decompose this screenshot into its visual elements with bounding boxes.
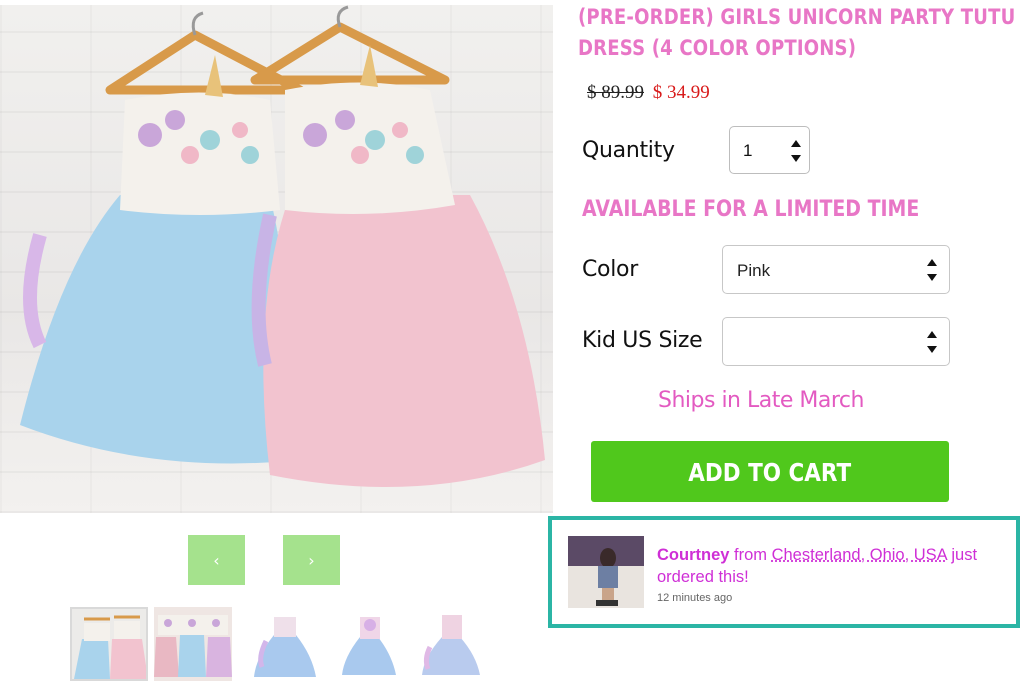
notification-time: 12 minutes ago: [657, 592, 733, 604]
shipping-notice: Ships in Late March: [658, 388, 864, 413]
stepper-arrows-icon[interactable]: [791, 140, 801, 162]
quantity-label: Quantity: [582, 138, 675, 163]
price-block: $ 89.99 $ 34.99: [587, 82, 710, 104]
size-select[interactable]: [722, 317, 950, 366]
select-arrows-icon: [927, 331, 937, 353]
add-to-cart-button[interactable]: ADD TO CART: [591, 441, 949, 502]
original-price: $ 89.99: [587, 82, 644, 103]
color-select[interactable]: Pink: [722, 245, 950, 294]
thumbnail-3[interactable]: [246, 607, 324, 681]
customer-location[interactable]: Chesterland, Ohio, USA: [772, 546, 947, 564]
thumbnail-1[interactable]: [70, 607, 148, 681]
notification-message: Courtney from Chesterland, Ohio, USA jus…: [657, 544, 1013, 588]
quantity-value: 1: [743, 141, 753, 160]
thumbnail-2[interactable]: [154, 607, 232, 681]
notification-from: from: [729, 546, 772, 564]
main-product-image[interactable]: [0, 5, 553, 513]
quantity-stepper[interactable]: 1: [729, 126, 810, 174]
customer-name: Courtney: [657, 546, 730, 564]
thumbnail-5[interactable]: [412, 607, 490, 681]
gallery-next-button[interactable]: ›: [283, 535, 340, 585]
limited-time-notice: AVAILABLE FOR A LIMITED TIME: [582, 197, 920, 222]
customer-photo: [568, 536, 644, 608]
select-arrows-icon: [927, 259, 937, 281]
add-to-cart-label: ADD TO CART: [688, 458, 852, 487]
thumbnail-4[interactable]: [330, 607, 408, 681]
color-selected-value: Pink: [737, 261, 771, 280]
product-title: (PRE-ORDER) GIRLS UNICORN PARTY TUTU DRE…: [578, 5, 1016, 60]
recent-order-notification[interactable]: Courtney from Chesterland, Ohio, USA jus…: [548, 516, 1020, 628]
size-label: Kid US Size: [582, 328, 703, 353]
sale-price: $ 34.99: [652, 82, 710, 103]
color-label: Color: [582, 257, 638, 282]
gallery-prev-button[interactable]: ‹: [188, 535, 245, 585]
